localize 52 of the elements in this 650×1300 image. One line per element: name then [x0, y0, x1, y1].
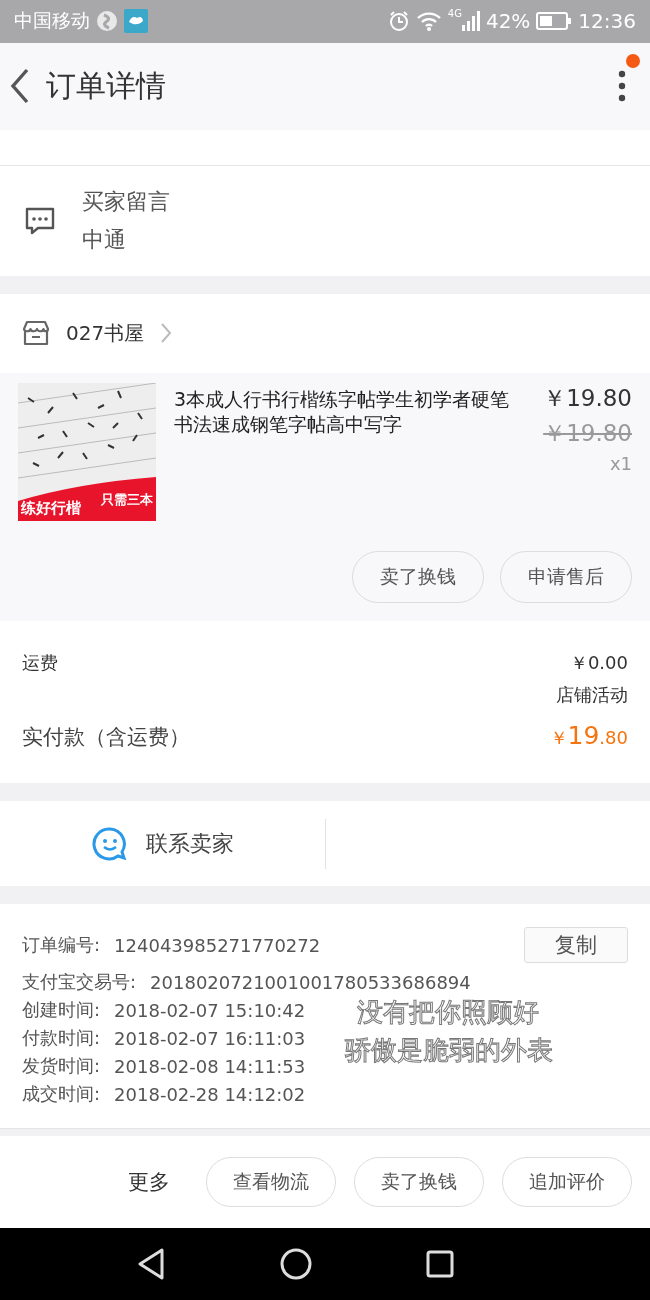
- chevron-right-icon: [160, 322, 173, 345]
- price: ￥19.80: [543, 383, 632, 413]
- message-icon: [24, 205, 56, 236]
- wifi-icon: [415, 10, 442, 33]
- action-button[interactable]: 卖了换钱: [354, 1157, 484, 1208]
- chat-bubble-icon: [91, 825, 128, 862]
- copy-button[interactable]: 复制: [524, 927, 628, 964]
- battery-percent: 42%: [485, 9, 531, 34]
- banner-text: 只需三本: [101, 490, 153, 509]
- order-number: 124043985271770272: [114, 934, 321, 956]
- info-label: 成交时间:: [22, 1082, 101, 1107]
- battery-icon: [536, 11, 573, 32]
- carrier-name: 中国移动: [14, 8, 90, 34]
- floating-lyric: 没有把你照顾好: [357, 996, 540, 1029]
- info-label: 创建时间:: [22, 998, 101, 1023]
- action-button[interactable]: 追加评价: [502, 1157, 632, 1208]
- info-value: 2018-02-07 15:10:42: [114, 999, 306, 1021]
- quantity: x1: [609, 452, 632, 474]
- page-title: 订单详情: [46, 66, 166, 105]
- home-nav-icon[interactable]: [280, 1248, 312, 1281]
- promotion-label: 店铺活动: [556, 682, 628, 707]
- app-notification-icon: [124, 9, 148, 34]
- back-icon[interactable]: [10, 68, 30, 105]
- back-nav-icon[interactable]: [136, 1247, 166, 1282]
- info-label: 支付宝交易号:: [22, 970, 137, 995]
- info-value: 2018020721001001780533686894: [150, 971, 471, 993]
- recents-nav-icon[interactable]: [426, 1250, 454, 1279]
- shipping-fee: ￥0.00: [569, 650, 628, 675]
- more-link[interactable]: 更多: [128, 1168, 170, 1197]
- signal-icon: [461, 10, 480, 33]
- network-type: 4G: [447, 8, 462, 19]
- info-value: 2018-02-07 16:11:03: [114, 1027, 306, 1049]
- shipping-label: 运费: [22, 650, 58, 675]
- action-button[interactable]: 查看物流: [206, 1157, 336, 1208]
- info-label: 发货时间:: [22, 1054, 101, 1079]
- clock: 12:36: [578, 9, 636, 34]
- order-number-label: 订单编号:: [22, 933, 101, 958]
- paid-label: 实付款（含运费）: [22, 723, 190, 751]
- floating-lyric: 骄傲是脆弱的外表: [345, 1034, 553, 1067]
- app-notification-icon: [96, 10, 118, 33]
- buyer-message: 中通: [82, 225, 127, 254]
- product-title[interactable]: 3本成人行书行楷练字帖学生初学者硬笔书法速成钢笔字帖高中写字: [174, 386, 526, 521]
- paid-amount: ￥19.80: [549, 720, 628, 750]
- info-value: 2018-02-28 14:12:02: [114, 1083, 306, 1105]
- alarm-icon: [387, 10, 410, 33]
- shop-icon: [22, 320, 50, 347]
- banner-text: 练好行楷: [21, 498, 81, 518]
- info-value: 2018-02-08 14:11:53: [114, 1055, 306, 1077]
- info-label: 付款时间:: [22, 1026, 101, 1051]
- shop-name[interactable]: 027书屋: [66, 319, 145, 347]
- original-price: ￥19.80: [543, 418, 632, 448]
- buyer-message-label: 买家留言: [82, 187, 170, 216]
